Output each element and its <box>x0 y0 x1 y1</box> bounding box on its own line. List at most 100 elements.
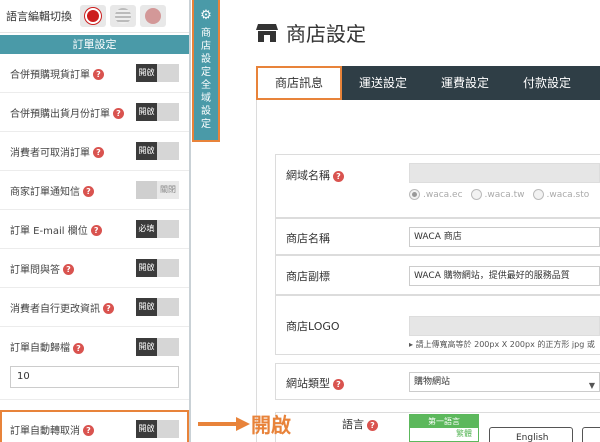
first-language-label: 第一語言 <box>410 415 478 428</box>
domain-option[interactable]: .waca.sto <box>532 189 589 200</box>
tab-shipping[interactable]: 運送設定 <box>342 66 424 100</box>
setting-toggle[interactable]: 開啟 <box>136 103 179 121</box>
store-name-input[interactable]: WACA 商店 <box>409 227 600 247</box>
help-icon[interactable]: ? <box>103 303 114 314</box>
help-icon[interactable]: ? <box>367 419 378 431</box>
english-language-button[interactable]: English <box>489 427 573 442</box>
setting-label: 消費者可取消訂單 <box>10 147 90 159</box>
help-icon[interactable]: ? <box>93 69 104 80</box>
language-button[interactable] <box>582 427 600 442</box>
domain-input[interactable] <box>409 163 600 183</box>
help-icon[interactable]: ? <box>113 108 124 119</box>
tab-electronic[interactable]: 電子 <box>588 66 600 100</box>
toggle-label: 開啟 <box>136 420 157 438</box>
store-logo-label: 商店LOGO <box>286 320 340 333</box>
help-icon[interactable]: ? <box>83 425 94 436</box>
toggle-label: 關閉 <box>157 181 179 199</box>
setting-toggle[interactable]: 必填 <box>136 220 179 238</box>
global-settings-label: 商店設定全域設定 <box>201 28 211 130</box>
enable-annotation: 開啟 <box>251 413 291 437</box>
setting-row: 訂單問與答? 開啟 <box>0 249 189 288</box>
taiwan-flag-icon[interactable] <box>80 5 106 27</box>
setting-toggle[interactable]: 關閉 <box>136 181 179 199</box>
help-icon[interactable]: ? <box>63 264 74 275</box>
domain-option[interactable]: .waca.ec <box>409 189 463 200</box>
setting-row: 訂單自動歸檔? 開啟 <box>0 327 189 366</box>
setting-label: 訂單自動歸檔 <box>10 343 70 354</box>
store-subtitle-input[interactable]: WACA 購物網站，提供最好的服務品質 <box>409 266 600 286</box>
china-flag-icon[interactable] <box>140 5 166 27</box>
setting-row: 商家訂單通知信? 關閉 <box>0 171 189 210</box>
site-type-row: 網站類型? 購物網站 ▼ <box>275 363 600 400</box>
store-logo-row: 商店LOGO ▸ 請上傳寬高等於 200px X 200px 的正方形 jpg … <box>275 295 600 355</box>
store-name-row: 商店名稱 WACA 商店 <box>275 218 600 255</box>
setting-row: 消費者可取消訂單? 開啟 <box>0 132 189 171</box>
toggle-label: 開啟 <box>136 103 157 121</box>
help-icon[interactable]: ? <box>333 378 344 390</box>
help-icon[interactable]: ? <box>83 186 94 197</box>
toggle-label: 開啟 <box>136 142 157 160</box>
setting-label: 商家訂單通知信 <box>10 186 80 198</box>
site-type-label: 網站類型 <box>286 377 330 390</box>
domain-row: 網域名稱? .waca.ec .waca.tw .waca.sto <box>275 154 600 218</box>
store-name-label: 商店名稱 <box>286 232 330 245</box>
language-switch-bar: 語言編輯切換 <box>0 0 189 33</box>
site-type-select[interactable]: 購物網站 ▼ <box>409 372 600 392</box>
page-title: 商店設定 <box>256 18 366 47</box>
domain-option[interactable]: .waca.tw <box>470 189 525 200</box>
toggle-label: 開啟 <box>136 64 157 82</box>
setting-label: 訂單 E-mail 欄位 <box>10 225 88 237</box>
setting-toggle[interactable]: 開啟 <box>136 337 179 356</box>
setting-toggle[interactable]: 開啟 <box>136 64 179 82</box>
setting-label: 合併預購出貨月份訂單 <box>10 108 110 120</box>
chevron-down-icon: ▼ <box>588 381 595 390</box>
setting-row: 消費者自行更改資訊? 開啟 <box>0 288 189 327</box>
tab-payment[interactable]: 付款設定 <box>506 66 588 100</box>
setting-row: 訂單 E-mail 欄位? 必填 <box>0 210 189 249</box>
settings-panel: 語言編輯切換 訂單設定 合併預購現貨訂單? 開啟 合併預購出貨月份訂單? 開啟 … <box>0 0 191 442</box>
toggle-label: 開啟 <box>136 337 157 356</box>
main-content: 商店設定 商店訊息 運送設定 運費設定 付款設定 電子 網域名稱? .waca.… <box>232 0 600 442</box>
language-switch-label: 語言編輯切換 <box>6 10 72 23</box>
domain-suffix-options: .waca.ec .waca.tw .waca.sto <box>409 189 589 200</box>
auto-archive-days-input[interactable]: 10 <box>10 366 179 388</box>
us-flag-icon[interactable] <box>110 5 136 27</box>
toggle-label: 必填 <box>136 220 157 238</box>
language-label: 語言 <box>342 418 364 431</box>
global-settings-tab[interactable]: ⚙ 商店設定全域設定 <box>192 0 220 142</box>
arrow-icon <box>198 417 250 431</box>
page-title-text: 商店設定 <box>286 22 366 46</box>
gear-icon: ⚙ <box>200 8 212 23</box>
logo-upload-input[interactable] <box>409 316 600 336</box>
setting-row: 合併預購現貨訂單? 開啟 <box>0 54 189 93</box>
help-icon[interactable]: ? <box>333 170 344 182</box>
auto-cancel-toggle[interactable]: 開啟 <box>136 420 179 438</box>
setting-label: 訂單問與答 <box>10 264 60 276</box>
settings-tabs: 商店訊息 運送設定 運費設定 付款設定 電子 <box>256 66 600 100</box>
toggle-label: 開啟 <box>136 259 157 277</box>
store-subtitle-label: 商店副標 <box>286 270 330 283</box>
logo-hint: ▸ 請上傳寬高等於 200px X 200px 的正方形 jpg 或 <box>409 340 595 349</box>
screen: 語言編輯切換 訂單設定 合併預購現貨訂單? 開啟 合併預購出貨月份訂單? 開啟 … <box>0 0 600 442</box>
setting-toggle[interactable]: 開啟 <box>136 259 179 277</box>
first-language-box: 第一語言 繁體 <box>409 414 479 442</box>
setting-toggle[interactable]: 開啟 <box>136 298 179 316</box>
help-icon[interactable]: ? <box>73 342 84 354</box>
toggle-label: 開啟 <box>136 298 157 316</box>
order-settings-heading: 訂單設定 <box>0 35 189 54</box>
store-info-form: 網域名稱? .waca.ec .waca.tw .waca.sto 商店名稱 W… <box>256 100 600 442</box>
help-icon[interactable]: ? <box>93 147 104 158</box>
auto-cancel-row: 訂單自動轉取消? 開啟 <box>0 410 189 442</box>
setting-label: 合併預購現貨訂單 <box>10 69 90 81</box>
setting-label: 訂單自動轉取消 <box>10 425 80 437</box>
setting-toggle[interactable]: 開啟 <box>136 142 179 160</box>
store-icon <box>256 23 278 42</box>
tab-shipping-fee[interactable]: 運費設定 <box>424 66 506 100</box>
help-icon[interactable]: ? <box>90 225 102 236</box>
setting-label: 消費者自行更改資訊 <box>10 303 100 315</box>
tab-store-info[interactable]: 商店訊息 <box>256 66 343 100</box>
first-language-button[interactable]: 繁體 <box>410 428 478 439</box>
store-subtitle-row: 商店副標 WACA 購物網站，提供最好的服務品質 <box>275 255 600 295</box>
flag-group <box>80 5 166 27</box>
setting-row: 合併預購出貨月份訂單? 開啟 <box>0 93 189 132</box>
